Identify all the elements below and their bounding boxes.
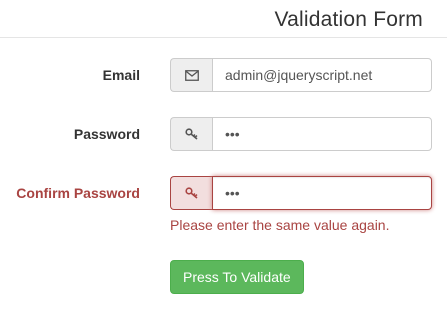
confirm-password-input-group: [170, 176, 432, 210]
confirm-password-label: Confirm Password: [16, 185, 140, 201]
email-field[interactable]: [212, 58, 432, 92]
password-row: Password: [0, 117, 447, 151]
confirm-password-error-message: Please enter the same value again.: [170, 217, 390, 233]
key-icon: [170, 176, 212, 210]
password-input-group: [170, 117, 432, 151]
confirm-password-field[interactable]: [212, 176, 432, 210]
envelope-icon: [170, 58, 212, 92]
password-field[interactable]: [212, 117, 432, 151]
email-input-group: [170, 58, 432, 92]
validate-button[interactable]: Press To Validate: [170, 260, 304, 294]
password-label: Password: [73, 126, 140, 142]
email-label: Email: [102, 67, 140, 83]
title-divider: [0, 37, 447, 38]
email-row: Email: [0, 58, 447, 92]
key-icon: [170, 117, 212, 151]
confirm-password-row: Confirm Password: [0, 176, 447, 210]
page-title: Validation Form: [274, 8, 423, 31]
validation-form-page: Validation Form Email Password: [0, 0, 447, 326]
